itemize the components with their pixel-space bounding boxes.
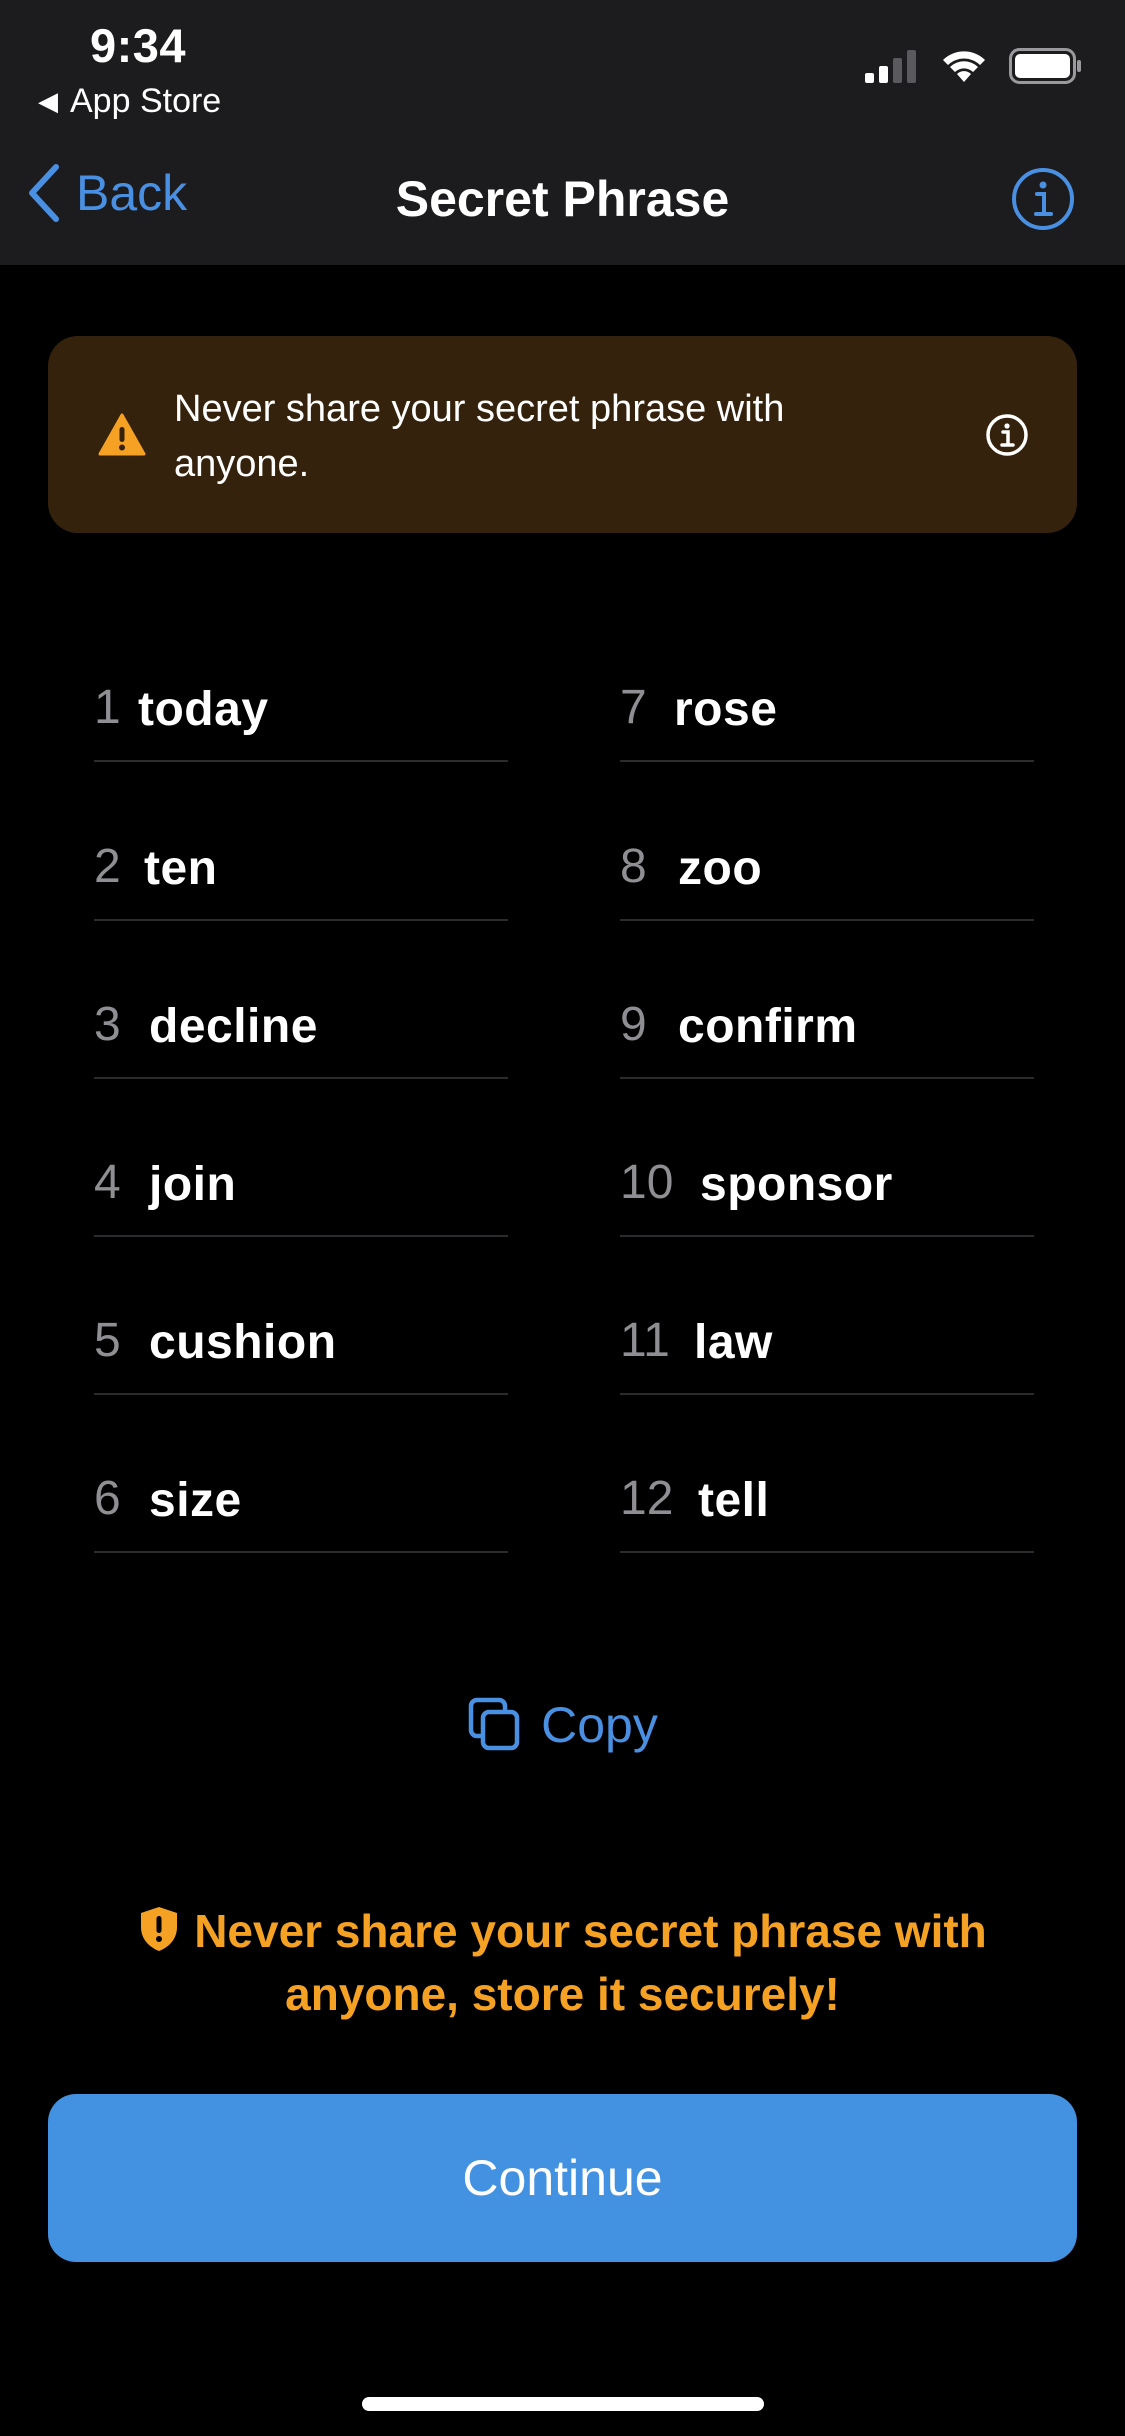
warning-icon	[98, 413, 146, 456]
shield-icon	[141, 1907, 178, 1951]
word-index: 10	[620, 1156, 674, 1209]
word-text: decline	[149, 1000, 318, 1053]
page-title: Secret Phrase	[395, 171, 730, 227]
word-index: 6	[94, 1472, 121, 1525]
word-text: rose	[674, 683, 778, 736]
battery-icon	[1009, 48, 1081, 84]
top-chrome: 9:34 ◀ App Store Back Secret Phrase	[0, 0, 1125, 265]
word-index: 11	[620, 1314, 670, 1367]
word-text: sponsor	[700, 1158, 893, 1211]
word-index: 2	[94, 840, 121, 893]
bottom-warning: Never share your secret phrase with anyo…	[100, 1900, 1025, 2026]
word-text: join	[149, 1158, 237, 1211]
warning-banner: Never share your secret phrase with anyo…	[48, 336, 1077, 533]
copy-button[interactable]: Copy	[0, 1696, 1125, 1754]
copy-icon	[468, 1697, 520, 1751]
word-index: 7	[620, 681, 647, 734]
phrase-word-2: 2 ten	[94, 813, 508, 921]
status-time: 9:34	[90, 19, 187, 72]
phrase-word-6: 6 size	[94, 1445, 508, 1553]
back-to-app-store[interactable]: ◀ App Store	[38, 82, 221, 121]
back-to-app-label: App Store	[70, 82, 222, 120]
info-button[interactable]	[1011, 167, 1075, 231]
word-index: 5	[94, 1314, 121, 1367]
word-index: 8	[620, 840, 647, 893]
secret-phrase-screen: 9:34 ◀ App Store Back Secret Phrase Neve…	[0, 0, 1125, 2436]
word-index: 9	[620, 998, 647, 1051]
word-text: tell	[698, 1474, 770, 1527]
phrase-word-9: 9 confirm	[620, 971, 1034, 1079]
word-text: law	[694, 1316, 773, 1369]
word-text: today	[138, 683, 269, 736]
phrase-word-10: 10 sponsor	[620, 1129, 1034, 1237]
warning-banner-text: Never share your secret phrase with anyo…	[174, 388, 785, 485]
word-index: 3	[94, 998, 121, 1051]
word-text: zoo	[678, 842, 763, 895]
word-text: confirm	[678, 1000, 858, 1053]
banner-info-icon[interactable]	[985, 413, 1029, 457]
continue-label: Continue	[462, 2150, 663, 2206]
copy-label: Copy	[541, 1697, 658, 1753]
info-icon	[1012, 168, 1074, 230]
phrase-word-7: 7 rose	[620, 654, 1034, 762]
phrase-word-12: 12 tell	[620, 1445, 1034, 1553]
back-triangle-icon: ◀	[38, 86, 58, 116]
signal-icon	[865, 50, 916, 83]
status-icons	[865, 48, 1083, 84]
phrase-word-3: 3 decline	[94, 971, 508, 1079]
bottom-warning-text: Never share your secret phrase with anyo…	[194, 1905, 987, 2020]
word-index: 4	[94, 1156, 121, 1209]
word-text: size	[149, 1474, 242, 1527]
phrase-word-8: 8 zoo	[620, 813, 1034, 921]
word-index: 1	[94, 681, 121, 734]
home-indicator[interactable]	[362, 2397, 764, 2411]
continue-button[interactable]: Continue	[48, 2094, 1077, 2262]
phrase-word-11: 11 law	[620, 1287, 1034, 1395]
word-text: ten	[144, 842, 218, 895]
phrase-word-1: 1 today	[94, 654, 508, 762]
wifi-icon	[943, 51, 985, 82]
phrase-word-4: 4 join	[94, 1129, 508, 1237]
word-text: cushion	[149, 1316, 337, 1369]
word-index: 12	[620, 1472, 674, 1525]
phrase-word-5: 5 cushion	[94, 1287, 508, 1395]
